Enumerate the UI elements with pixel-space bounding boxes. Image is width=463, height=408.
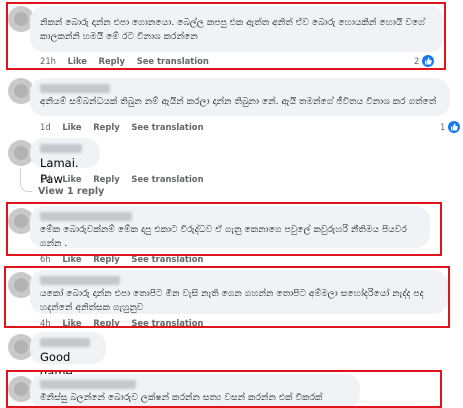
commenter-name-blurred[interactable]: [40, 84, 110, 93]
reply-button[interactable]: Reply: [93, 122, 119, 132]
comment-bubble: Lamai. Paw: [30, 138, 100, 186]
highlight-box-3: [4, 266, 450, 328]
highlight-box-1: [6, 2, 446, 70]
comment-text: අනියම් සම්බන්ධයක් තිබුන නම් ඇයින් කරලා ද…: [40, 96, 437, 107]
highlight-box-4: [6, 370, 442, 408]
reply-button[interactable]: Reply: [93, 174, 119, 184]
comment-actions: 1d Like Reply See translation: [40, 174, 213, 184]
like-button[interactable]: Like: [62, 122, 81, 132]
timestamp[interactable]: 1d: [40, 122, 51, 132]
see-translation-link[interactable]: See translation: [131, 174, 203, 184]
see-translation-link[interactable]: See translation: [131, 122, 203, 132]
highlight-box-2: [6, 202, 442, 256]
like-reaction-icon: [448, 121, 461, 133]
reply-thread-line: [20, 168, 32, 192]
timestamp[interactable]: 1d: [40, 174, 51, 184]
view-replies-link[interactable]: View 1 reply: [38, 186, 104, 197]
commenter-name-blurred[interactable]: [40, 338, 90, 347]
reaction-count: 1: [440, 122, 446, 132]
reaction-summary[interactable]: 1: [440, 121, 461, 133]
comment-actions: 1d Like Reply See translation: [40, 122, 213, 132]
comment-bubble: අනියම් සම්බන්ධයක් තිබුන නම් ඇයින් කරලා ද…: [30, 78, 450, 116]
commenter-name-blurred[interactable]: [40, 144, 82, 153]
comment-bubble: Good game: [30, 332, 106, 380]
like-button[interactable]: Like: [62, 174, 81, 184]
